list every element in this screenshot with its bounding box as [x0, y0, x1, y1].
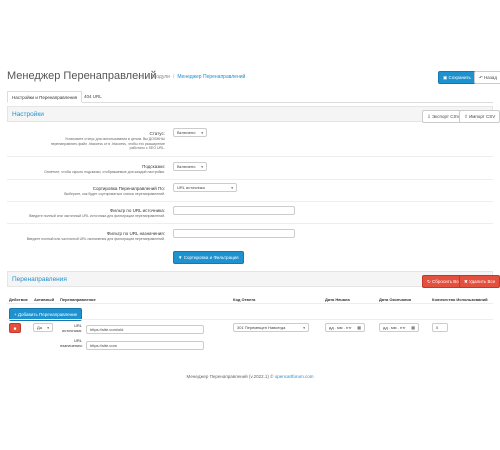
divider — [7, 201, 493, 202]
divider — [7, 179, 493, 180]
end-date-input[interactable]: дд . мм . гггг ▦ — [379, 323, 419, 332]
column-header-active: Активный — [34, 297, 55, 302]
column-header-redirect: Перенаправление — [60, 297, 96, 302]
tab-settings-redirects[interactable]: Настройки и Перенаправления — [7, 91, 83, 103]
trash-icon: ■ — [13, 326, 17, 331]
column-header-end-date: Дата Окончания — [379, 297, 412, 302]
breadcrumb-modules[interactable]: Модули — [152, 74, 170, 80]
chevron-down-icon: ▾ — [201, 131, 203, 135]
chevron-down-icon: ▾ — [201, 165, 203, 169]
footer-link[interactable]: opencartforum.com — [275, 374, 314, 379]
filter-source-help: Введите полный или частичный URL источни… — [29, 214, 165, 218]
import-csv-button[interactable]: ⇧ Импорт CSV — [459, 110, 500, 123]
filter-target-help: Введите полный или частичный URL назначе… — [26, 237, 165, 241]
download-icon: ⇩ — [427, 114, 431, 119]
start-date-input[interactable]: дд . мм . гггг ▦ — [325, 323, 365, 332]
table-header-divider — [7, 303, 493, 304]
tooltips-help: Отметьте, чтобы скрыть подсказки, отобра… — [44, 170, 165, 174]
save-icon: ▣ — [443, 75, 448, 80]
page-title: Менеджер Перенаправлений — [7, 70, 157, 82]
chevron-down-icon: ▾ — [47, 326, 49, 330]
footer: Менеджер Перенаправлений (v.2022.1) © op… — [0, 374, 500, 379]
breadcrumb: ⌂ / Модули / Менеджер Перенаправлений — [138, 74, 245, 80]
sort-filter-button[interactable]: ▼ Сортировка и Фильтрация — [173, 251, 244, 264]
column-header-start-date: Дата Начала — [325, 297, 350, 302]
response-code-select[interactable]: 301 Перемещен Навсегда ▾ — [233, 323, 309, 332]
filter-source-input[interactable] — [173, 206, 295, 215]
chevron-down-icon: ▾ — [231, 186, 233, 190]
plus-icon: + — [14, 312, 17, 317]
column-header-response-code: Код Ответа — [233, 297, 256, 302]
filter-target-input[interactable] — [173, 229, 295, 238]
divider — [7, 319, 493, 320]
breadcrumb-separator: / — [172, 74, 175, 80]
footer-text: Менеджер Перенаправлений (v.2022.1) © — [186, 374, 275, 379]
breadcrumb-separator: / — [147, 74, 150, 80]
sort-help: Выберите, как будет сортироваться список… — [64, 192, 165, 196]
redirects-panel-header: Перенаправления ↻ Сбросить Все ✖ Удалить… — [7, 271, 500, 288]
uses-input[interactable]: 0 — [432, 323, 448, 332]
tooltips-select[interactable]: Включено ▾ — [173, 162, 207, 171]
status-select[interactable]: Включено ▾ — [173, 128, 207, 137]
column-header-action: Действие — [9, 297, 28, 302]
home-icon[interactable]: ⌂ — [138, 74, 142, 80]
calendar-icon[interactable]: ▦ — [411, 325, 415, 331]
source-url-label: URL источника: — [62, 323, 82, 333]
status-help: Установите статус для использования в це… — [50, 137, 165, 150]
delete-row-button[interactable]: ■ — [9, 323, 21, 333]
status-label: Статус: — [149, 131, 165, 136]
settings-panel-title: Настройки — [12, 111, 44, 118]
back-arrow-icon: ↶ — [479, 75, 483, 80]
active-select[interactable]: Да ▾ — [33, 323, 53, 332]
target-url-input[interactable]: https://site.com — [86, 341, 204, 350]
source-url-input[interactable]: https://site.com/old — [86, 325, 204, 334]
trash-icon: ✖ — [464, 279, 468, 284]
divider — [7, 223, 493, 224]
filter-target-label: Фильтр по URL назначения: — [106, 231, 165, 236]
filter-icon: ▼ — [178, 255, 183, 260]
divider — [7, 156, 493, 157]
calendar-icon[interactable]: ▦ — [357, 325, 361, 331]
tab-bar: Настройки и Перенаправления 404 URL — [7, 91, 493, 103]
target-url-label: URL назначения: — [60, 338, 83, 348]
save-button[interactable]: ▣ Сохранить — [438, 71, 476, 84]
filter-source-label: Фильтр по URL источника: — [110, 208, 165, 213]
tab-404-url[interactable]: 404 URL — [80, 91, 106, 103]
chevron-down-icon: ▾ — [303, 326, 305, 330]
refresh-icon: ↻ — [427, 279, 431, 284]
tooltips-label: Подсказки: — [142, 164, 165, 169]
sort-label: Сортировка Перенаправлений По: — [92, 186, 165, 191]
delete-all-button[interactable]: ✖ Удалить Все — [459, 275, 500, 288]
upload-icon: ⇧ — [464, 114, 468, 119]
settings-panel-header: Настройки ⇩ Экспорт CSV ⇧ Импорт CSV — [7, 106, 500, 123]
breadcrumb-current[interactable]: Менеджер Перенаправлений — [177, 74, 245, 80]
redirects-panel-title: Перенаправления — [12, 276, 67, 283]
back-button[interactable]: ↶ Назад — [474, 71, 500, 84]
sort-select[interactable]: URL источника ▾ — [173, 183, 237, 192]
column-header-uses: Количество Использований — [432, 297, 488, 302]
